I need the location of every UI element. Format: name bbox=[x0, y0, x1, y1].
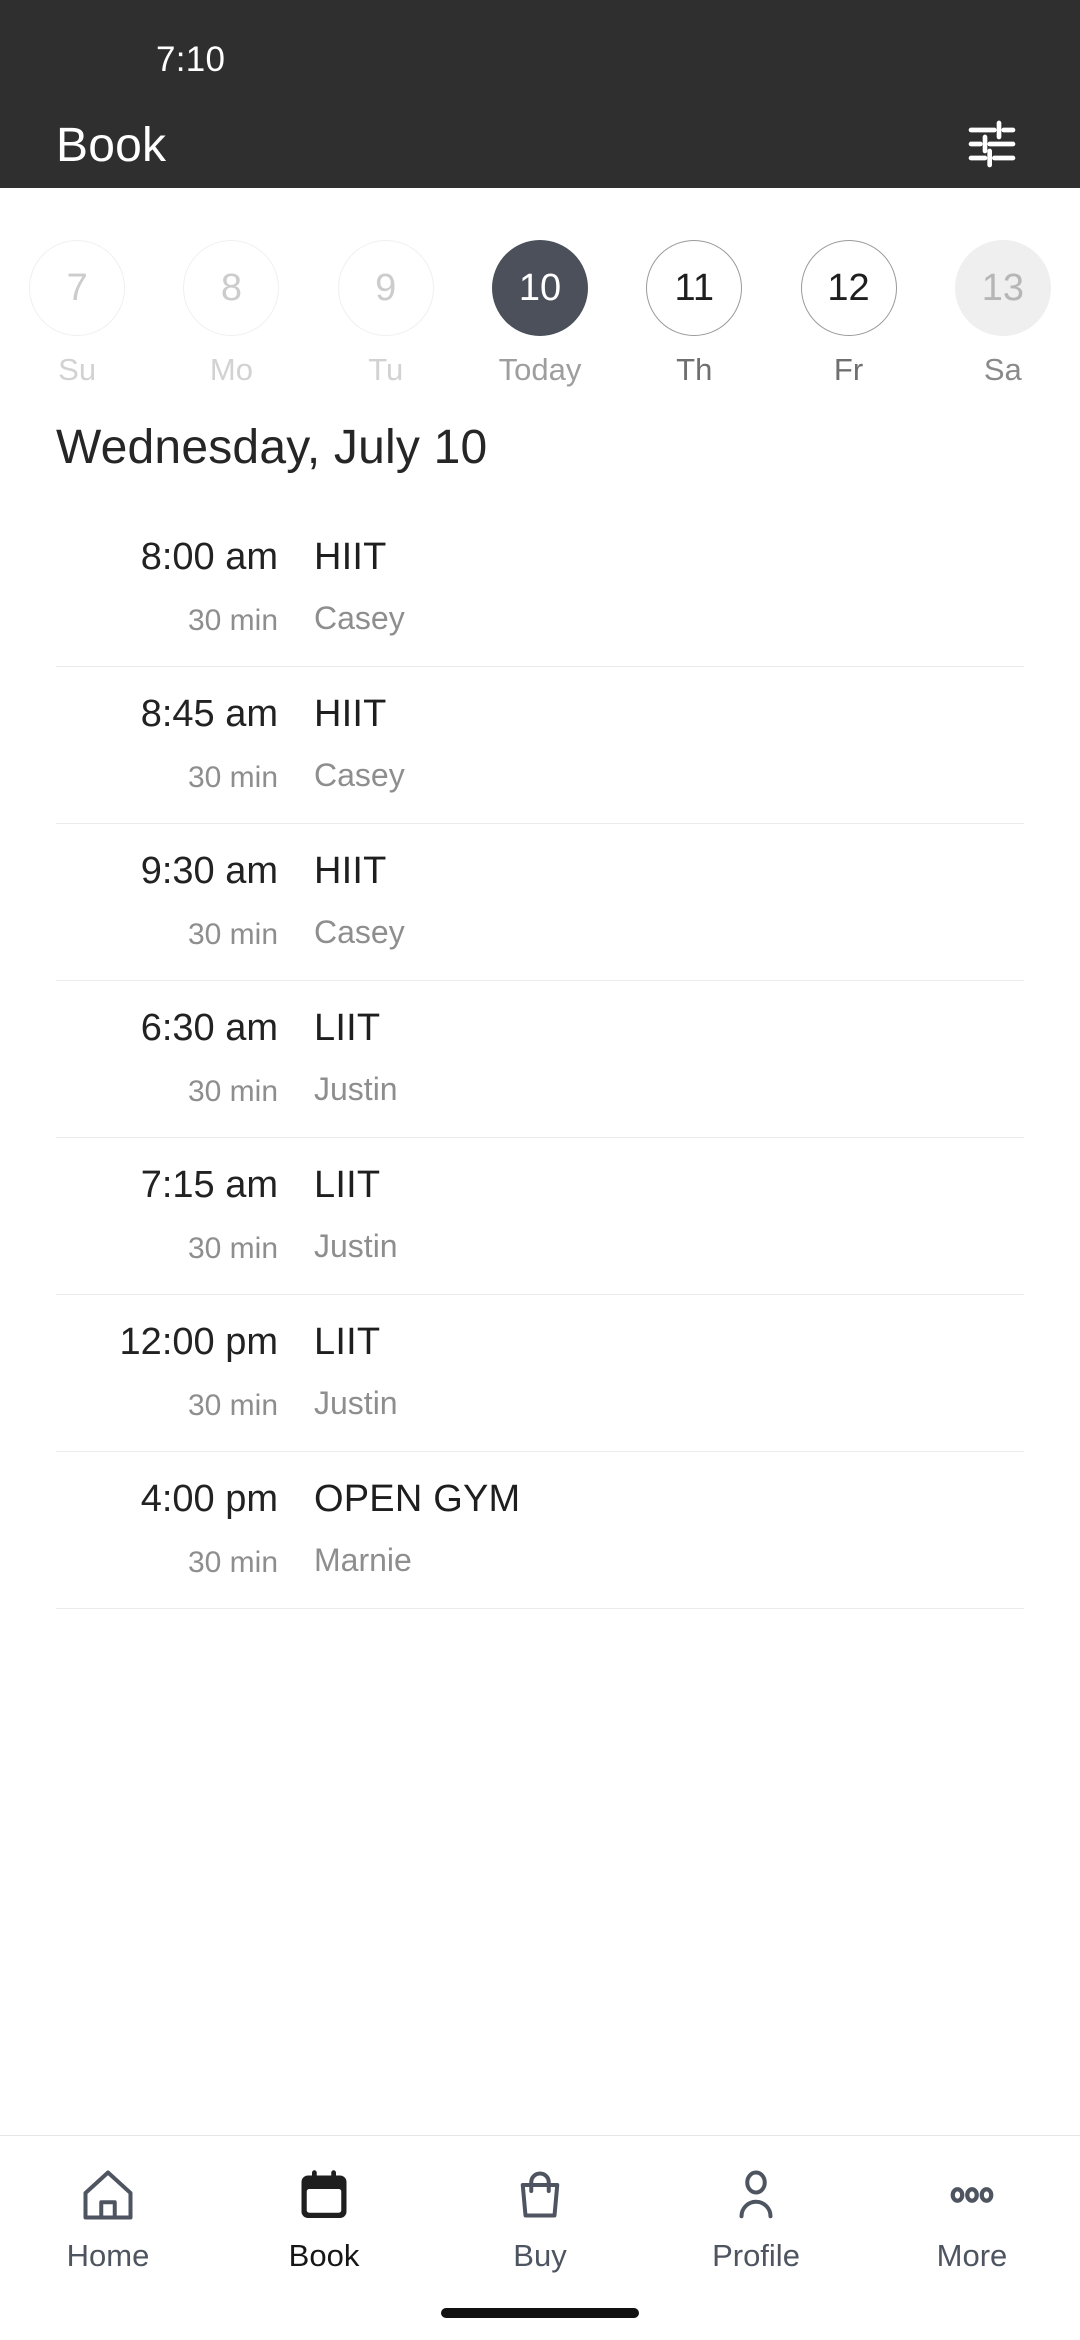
date-weekday-label: Tu bbox=[368, 352, 404, 387]
date-circle[interactable]: 12 bbox=[800, 240, 897, 336]
class-duration: 30 min bbox=[187, 1075, 278, 1108]
class-duration: 30 min bbox=[187, 761, 278, 794]
class-schedule-list: 8:00 am 30 min HIIT Casey 8:45 am 30 min… bbox=[0, 524, 1080, 1609]
class-time-column: 6:30 am 30 min bbox=[56, 1009, 306, 1107]
class-instructor: Marnie bbox=[314, 1542, 412, 1578]
class-time-column: 12:00 pm 30 min bbox=[56, 1323, 306, 1421]
class-start-time: 8:00 am bbox=[140, 536, 278, 578]
home-indicator[interactable] bbox=[441, 2308, 639, 2318]
app-header: 7:10 Book bbox=[0, 0, 1080, 188]
bag-icon bbox=[510, 2162, 570, 2228]
nav-label: Book bbox=[288, 2238, 360, 2273]
date-cell-9[interactable]: 9 Tu bbox=[309, 240, 463, 385]
date-cell-11[interactable]: 11 Th bbox=[617, 240, 771, 385]
class-start-time: 8:45 am bbox=[140, 693, 278, 735]
class-row[interactable]: 4:00 pm 30 min OPEN GYM Marnie bbox=[56, 1452, 1024, 1609]
class-name: HIIT bbox=[314, 850, 387, 892]
class-start-time: 4:00 pm bbox=[140, 1478, 278, 1520]
calendar-icon bbox=[294, 2162, 354, 2228]
class-duration: 30 min bbox=[187, 1546, 278, 1579]
nav-item-book[interactable]: Book bbox=[216, 2162, 432, 2271]
class-name: LIIT bbox=[314, 1321, 381, 1363]
class-instructor: Justin bbox=[314, 1385, 398, 1421]
sliders-icon bbox=[964, 116, 1020, 177]
date-circle[interactable]: 13 bbox=[954, 240, 1051, 336]
class-instructor: Casey bbox=[314, 914, 405, 950]
date-weekday-label: Mo bbox=[209, 352, 253, 387]
class-time-column: 9:30 am 30 min bbox=[56, 852, 306, 950]
class-row[interactable]: 9:30 am 30 min HIIT Casey bbox=[56, 824, 1024, 981]
nav-item-profile[interactable]: Profile bbox=[648, 2162, 864, 2271]
nav-item-home[interactable]: Home bbox=[0, 2162, 216, 2271]
nav-label: Profile bbox=[712, 2238, 800, 2273]
date-cell-8[interactable]: 8 Mo bbox=[154, 240, 308, 385]
class-info-column: HIIT Casey bbox=[306, 852, 1024, 948]
date-weekday-label: Today bbox=[498, 352, 582, 387]
date-circle[interactable]: 9 bbox=[337, 240, 434, 336]
class-instructor: Casey bbox=[314, 757, 405, 793]
class-info-column: LIIT Justin bbox=[306, 1009, 1024, 1105]
class-time-column: 7:15 am 30 min bbox=[56, 1166, 306, 1264]
filter-button[interactable] bbox=[954, 108, 1030, 184]
class-start-time: 7:15 am bbox=[140, 1164, 278, 1206]
date-weekday-label: Fr bbox=[833, 352, 864, 387]
nav-label: More bbox=[936, 2238, 1008, 2273]
status-bar-time: 7:10 bbox=[156, 40, 226, 79]
class-time-column: 8:00 am 30 min bbox=[56, 538, 306, 636]
class-name: HIIT bbox=[314, 536, 387, 578]
class-info-column: HIIT Casey bbox=[306, 538, 1024, 634]
class-start-time: 12:00 pm bbox=[119, 1321, 278, 1363]
bottom-navigation-bar: Home Book Buy Profile More bbox=[0, 2135, 1080, 2340]
ellipsis-icon bbox=[942, 2162, 1002, 2228]
class-duration: 30 min bbox=[187, 604, 278, 637]
class-row[interactable]: 7:15 am 30 min LIIT Justin bbox=[56, 1138, 1024, 1295]
date-cell-13[interactable]: 13 Sa bbox=[926, 240, 1080, 385]
class-duration: 30 min bbox=[187, 1232, 278, 1265]
date-weekday-label: Th bbox=[676, 352, 713, 387]
date-cell-7[interactable]: 7 Su bbox=[0, 240, 154, 385]
class-row[interactable]: 8:45 am 30 min HIIT Casey bbox=[56, 667, 1024, 824]
date-cell-10-selected[interactable]: 10 Today bbox=[463, 240, 617, 385]
nav-item-more[interactable]: More bbox=[864, 2162, 1080, 2271]
class-info-column: LIIT Justin bbox=[306, 1166, 1024, 1262]
class-start-time: 9:30 am bbox=[140, 850, 278, 892]
class-name: OPEN GYM bbox=[314, 1478, 521, 1520]
person-icon bbox=[726, 2162, 786, 2228]
class-instructor: Justin bbox=[314, 1071, 398, 1107]
class-name: HIIT bbox=[314, 693, 387, 735]
app-bar: Book bbox=[0, 104, 1080, 188]
class-start-time: 6:30 am bbox=[140, 1007, 278, 1049]
nav-label: Home bbox=[66, 2238, 150, 2273]
class-time-column: 8:45 am 30 min bbox=[56, 695, 306, 793]
class-instructor: Casey bbox=[314, 600, 405, 636]
class-row[interactable]: 6:30 am 30 min LIIT Justin bbox=[56, 981, 1024, 1138]
nav-item-buy[interactable]: Buy bbox=[432, 2162, 648, 2271]
date-circle[interactable]: 11 bbox=[646, 240, 743, 336]
home-icon bbox=[78, 2162, 138, 2228]
class-name: LIIT bbox=[314, 1007, 381, 1049]
class-time-column: 4:00 pm 30 min bbox=[56, 1480, 306, 1578]
class-duration: 30 min bbox=[187, 918, 278, 951]
class-row[interactable]: 8:00 am 30 min HIIT Casey bbox=[56, 524, 1024, 667]
page-title: Book bbox=[56, 119, 167, 172]
nav-label: Buy bbox=[513, 2238, 567, 2273]
class-info-column: OPEN GYM Marnie bbox=[306, 1480, 1024, 1576]
class-duration: 30 min bbox=[187, 1389, 278, 1422]
date-cell-12[interactable]: 12 Fr bbox=[771, 240, 925, 385]
date-selector[interactable]: 7 Su 8 Mo 9 Tu 10 Today 11 Th 12 Fr 13 S… bbox=[0, 188, 1080, 385]
date-circle-selected[interactable]: 10 bbox=[491, 240, 588, 336]
date-weekday-label: Sa bbox=[983, 352, 1022, 387]
class-name: LIIT bbox=[314, 1164, 381, 1206]
date-circle[interactable]: 7 bbox=[29, 240, 126, 336]
date-circle[interactable]: 8 bbox=[183, 240, 280, 336]
class-row[interactable]: 12:00 pm 30 min LIIT Justin bbox=[56, 1295, 1024, 1452]
class-info-column: HIIT Casey bbox=[306, 695, 1024, 791]
date-weekday-label: Su bbox=[58, 352, 97, 387]
class-instructor: Justin bbox=[314, 1228, 398, 1264]
class-info-column: LIIT Justin bbox=[306, 1323, 1024, 1419]
